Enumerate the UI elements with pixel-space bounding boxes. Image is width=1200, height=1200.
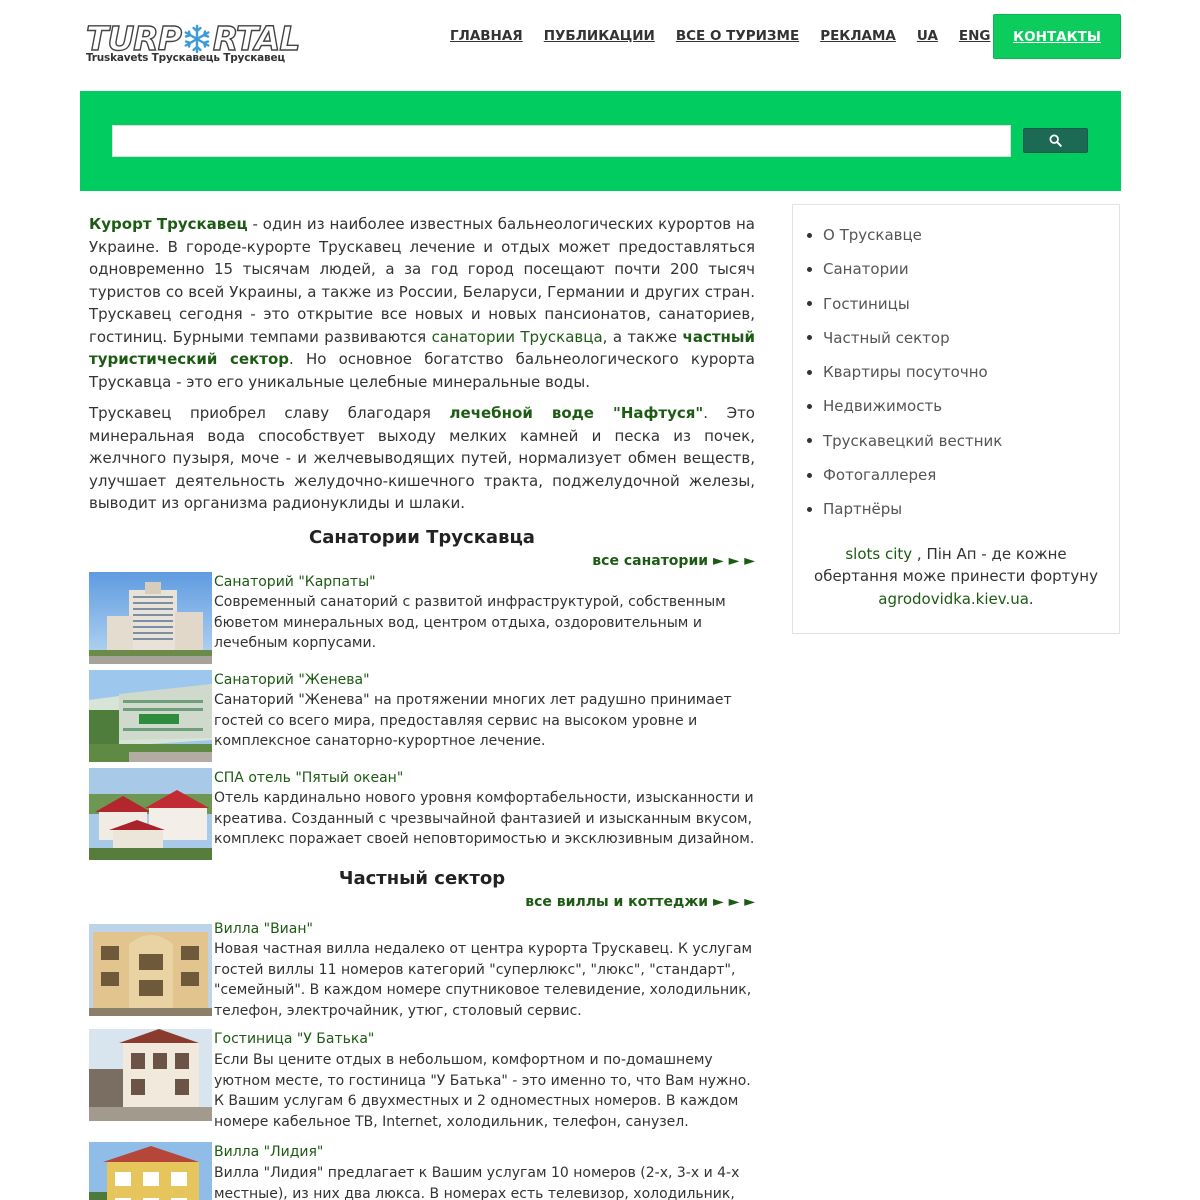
nav-lang-eng[interactable]: ENG	[959, 28, 991, 44]
entry-description: Новая частная вилла недалеко от центра к…	[214, 941, 753, 1019]
entry-description: Современный санаторий с развитой инфраст…	[214, 594, 726, 652]
main-content: Курорт Трускавец - один из наиболее изве…	[89, 213, 755, 1200]
entry-body: Санаторий "Карпаты" Современный санатори…	[214, 572, 755, 668]
link-naftusya[interactable]: лечебной воде "Нафтуся"	[450, 404, 704, 422]
search-input[interactable]	[112, 125, 1011, 157]
logo-text-left: TURP	[85, 19, 182, 58]
link-resort-truskavets[interactable]: Курорт Трускавец	[89, 215, 248, 233]
bullet-icon	[807, 335, 812, 341]
sidebar-promo: slots city , Пін Ап - де кожне обертання…	[793, 534, 1119, 611]
site-logo[interactable]: TURP RTAL Truskavets Трускавець Трускаве…	[85, 19, 318, 72]
bullet-icon	[807, 266, 812, 272]
intro-paragraph-1: Курорт Трускавец - один из наиболее изве…	[89, 213, 755, 393]
search-button[interactable]	[1023, 128, 1088, 153]
list-item: Вилла "Виан" Новая частная вилла недалек…	[89, 919, 755, 1022]
entry-description: Отель кардинально нового уровня комфорта…	[214, 790, 755, 848]
sidebar-link-partners[interactable]: Партнёры	[823, 499, 902, 519]
hotel-u-batka-photo[interactable]	[89, 1029, 212, 1132]
sidebar-item-sanatoria: Санатории	[807, 259, 1119, 279]
private-sector-heading: Частный сектор	[338, 867, 506, 889]
bullet-icon	[807, 472, 812, 478]
list-item: Санаторий "Карпаты" Современный санатори…	[89, 571, 755, 668]
sidebar-link-about[interactable]: О Трускавце	[823, 225, 922, 245]
entry-description: Вилла "Лидия" предлагает к Вашим услугам…	[214, 1165, 740, 1200]
villa-vian-photo[interactable]	[89, 923, 212, 1022]
search-band	[80, 91, 1121, 191]
bullet-icon	[807, 369, 812, 375]
sidebar-link-sanatoria[interactable]: Санатории	[823, 259, 909, 279]
sidebar-menu: О Трускавце Санатории Гостиницы Частный …	[793, 205, 1119, 519]
sidebar-item-real-estate: Недвижимость	[807, 396, 1119, 416]
list-item: Гостиница "У Батька" Если Вы цените отды…	[89, 1029, 755, 1132]
entry-body: Гостиница "У Батька" Если Вы цените отды…	[214, 1029, 755, 1132]
sidebar-item-herald: Трускавецкий вестник	[807, 431, 1119, 451]
nav-advertising[interactable]: РЕКЛАМА	[820, 28, 896, 44]
nav-home[interactable]: ГЛАВНАЯ	[450, 28, 523, 44]
all-villas-link[interactable]: все виллы и коттеджи ► ► ►	[89, 894, 755, 910]
contacts-button[interactable]: КОНТАКТЫ	[993, 14, 1121, 59]
sanatorium-karpaty-photo[interactable]	[89, 571, 212, 668]
sidebar-link-private[interactable]: Частный сектор	[823, 328, 950, 348]
list-item: Вилла "Лидия" Вилла "Лидия" предлагает к…	[89, 1142, 755, 1200]
sidebar-link-herald[interactable]: Трускавецкий вестник	[823, 431, 1002, 451]
sanatorium-karpaty-link[interactable]: Санаторий "Карпаты"	[214, 574, 376, 590]
logo-wordmark: TURP RTAL	[85, 19, 318, 58]
sidebar-link-gallery[interactable]: Фотогаллерея	[823, 465, 936, 485]
site-header: TURP RTAL Truskavets Трускавець Трускаве…	[80, 14, 1121, 74]
sidebar-link-apartments[interactable]: Квартиры посуточно	[823, 362, 988, 382]
promo-link-slots[interactable]: slots city	[845, 545, 912, 563]
entry-body: СПА отель "Пятый океан" Отель кардинальн…	[214, 768, 755, 864]
nav-publications[interactable]: ПУБЛИКАЦИИ	[544, 28, 655, 44]
sidebar-link-hotels[interactable]: Гостиницы	[823, 294, 910, 314]
sidebar: О Трускавце Санатории Гостиницы Частный …	[792, 204, 1120, 634]
sidebar-link-real-estate[interactable]: Недвижимость	[823, 396, 942, 416]
nav-lang-ua[interactable]: UA	[917, 28, 938, 44]
all-sanatoria-link[interactable]: все санатории ► ► ►	[89, 553, 755, 569]
logo-subtitle: Truskavets Трускавець Трускавец	[86, 52, 285, 64]
bullet-icon	[807, 232, 812, 238]
entry-description: Если Вы цените отдых в небольшом, комфор…	[214, 1052, 751, 1130]
sidebar-item-about: О Трускавце	[807, 225, 1119, 245]
sidebar-item-gallery: Фотогаллерея	[807, 465, 1119, 485]
villa-lidia-link[interactable]: Вилла "Лидия"	[214, 1144, 323, 1160]
entry-body: Вилла "Лидия" Вилла "Лидия" предлагает к…	[214, 1142, 755, 1200]
bullet-icon	[807, 301, 812, 307]
sidebar-item-apartments: Квартиры посуточно	[807, 362, 1119, 382]
villa-vian-link[interactable]: Вилла "Виан"	[214, 921, 313, 937]
nav-tourism[interactable]: ВСЕ О ТУРИЗМЕ	[676, 28, 799, 44]
sidebar-item-hotels: Гостиницы	[807, 294, 1119, 314]
intro-text: Трускавец приобрел славу благодаря	[89, 404, 450, 422]
main-nav: ГЛАВНАЯ ПУБЛИКАЦИИ ВСЕ О ТУРИЗМЕ РЕКЛАМА…	[450, 28, 1012, 44]
bullet-icon	[807, 438, 812, 444]
entry-body: Санаторий "Женева" Санаторий "Женева" на…	[214, 670, 755, 766]
logo-text-right: RTAL	[212, 19, 301, 58]
list-item: Санаторий "Женева" Санаторий "Женева" на…	[89, 669, 755, 766]
hotel-u-batka-link[interactable]: Гостиница "У Батька"	[214, 1031, 374, 1047]
promo-link-agro[interactable]: agrodovidka.kiev.ua	[878, 590, 1029, 608]
link-sanatoria[interactable]: санатории Трускавца	[432, 328, 603, 346]
sidebar-item-private: Частный сектор	[807, 328, 1119, 348]
spa-hotel-ocean-photo[interactable]	[89, 767, 212, 864]
sanatorium-geneva-link[interactable]: Санаторий "Женева"	[214, 672, 370, 688]
entry-description: Санаторий "Женева" на протяжении многих …	[214, 692, 732, 750]
intro-text: , а также	[602, 327, 683, 346]
snowflake-icon	[184, 24, 210, 54]
sanatorium-geneva-photo[interactable]	[89, 669, 212, 766]
spa-hotel-ocean-link[interactable]: СПА отель "Пятый океан"	[214, 770, 403, 786]
intro-text: - один из наиболее известных бальнеологи…	[89, 215, 755, 346]
promo-end: .	[1028, 589, 1034, 608]
list-item: СПА отель "Пятый океан" Отель кардинальн…	[89, 767, 755, 864]
sanatoria-heading: Санатории Трускавца	[309, 526, 535, 548]
entry-body: Вилла "Виан" Новая частная вилла недалек…	[214, 919, 755, 1022]
search-icon	[1049, 134, 1062, 147]
sidebar-item-partners: Партнёры	[807, 499, 1119, 519]
villa-lidia-photo[interactable]	[89, 1142, 212, 1200]
bullet-icon	[807, 403, 812, 409]
bullet-icon	[807, 506, 812, 512]
intro-paragraph-2: Трускавец приобрел славу благодаря лечеб…	[89, 402, 755, 515]
